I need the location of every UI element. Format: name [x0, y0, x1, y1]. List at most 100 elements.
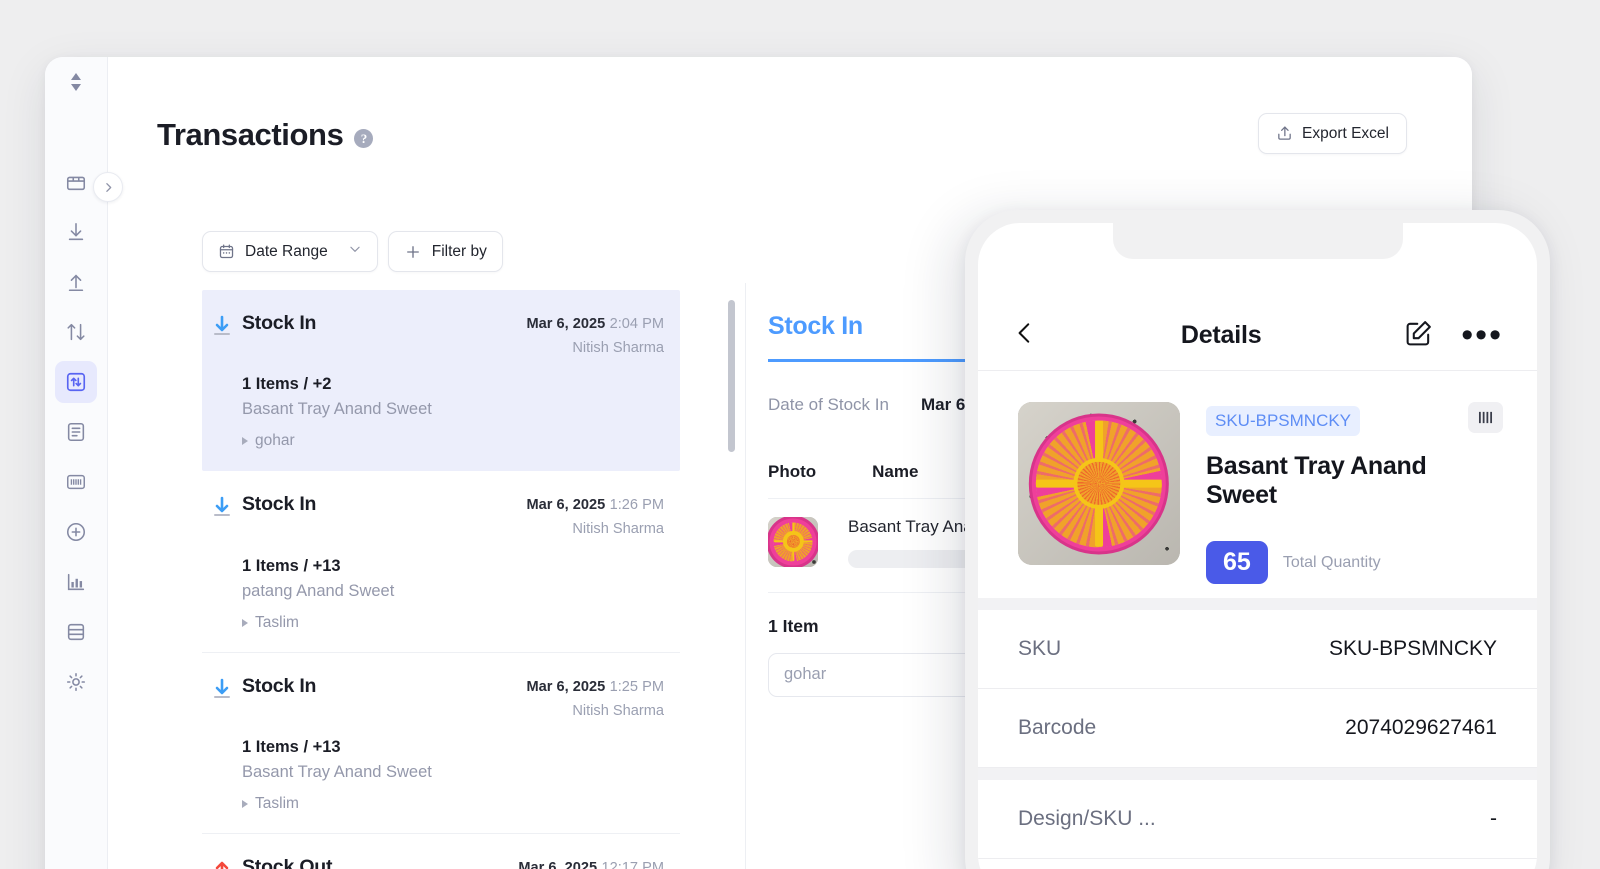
- triangle-right-icon: [242, 437, 248, 446]
- product-thumbnail: [768, 516, 818, 567]
- transaction-time: 12:17 PM: [601, 860, 664, 869]
- transaction-row[interactable]: Stock Out Mar 6, 2025 12:17 PMNitish Shar…: [202, 834, 680, 869]
- transaction-user: Nitish Sharma: [572, 521, 664, 538]
- transaction-meta: Mar 6, 2025 12:17 PMNitish Sharma: [518, 856, 664, 869]
- field-row-design-sku[interactable]: Design/SKU ... -: [978, 780, 1537, 859]
- transaction-user: Nitish Sharma: [572, 339, 664, 356]
- sidebar-item-documents[interactable]: [55, 411, 97, 453]
- transaction-type: Stock In: [242, 674, 317, 697]
- stock-in-arrow-icon: [210, 677, 234, 701]
- transaction-tag-label: gohar: [255, 432, 295, 450]
- date-range-label: Date Range: [245, 242, 328, 260]
- triangle-right-icon: [242, 618, 248, 627]
- transactions-list[interactable]: Stock In Mar 6, 2025 2:04 PM Nitish Sharma…: [202, 290, 680, 869]
- triangle-right-icon: [242, 800, 248, 809]
- transaction-time: 2:04 PM: [609, 316, 664, 332]
- transaction-date: Mar 6, 2025: [526, 678, 606, 695]
- transaction-type: Stock Out: [242, 856, 333, 869]
- sidebar-collapse-button[interactable]: [93, 172, 123, 202]
- transaction-tag-label: Taslim: [255, 795, 299, 813]
- phone-notch: [1112, 223, 1403, 259]
- column-name: Name: [872, 461, 919, 481]
- sidebar-item-stock-in[interactable]: [55, 211, 97, 253]
- stock-out-arrow-icon: [210, 858, 234, 869]
- transaction-product: Basant Tray Anand Sweet: [242, 400, 432, 419]
- pencil-square-icon[interactable]: [1404, 319, 1433, 353]
- filter-by-button[interactable]: Filter by: [387, 231, 503, 272]
- phone-mockup: Details ••• SKU-BPSMNCKY Basant Tray Ana…: [965, 210, 1550, 869]
- sort-updown-icon[interactable]: [55, 61, 97, 103]
- field-value: SKU-BPSMNCKY: [1328, 637, 1497, 660]
- transaction-meta: Mar 6, 2025 2:04 PM Nitish Sharma: [526, 312, 664, 359]
- transaction-date: Mar 6, 2025: [518, 860, 598, 869]
- filters-toolbar: Date Range Filter by: [202, 231, 503, 272]
- stock-in-arrow-icon: [210, 495, 234, 519]
- transaction-tag[interactable]: Taslim: [242, 614, 664, 632]
- transaction-row[interactable]: Stock In Mar 6, 2025 2:04 PM Nitish Sharma…: [202, 290, 680, 472]
- chevron-down-icon: [348, 242, 362, 261]
- transaction-date: Mar 6, 2025: [526, 497, 606, 514]
- sidebar-item-transfer[interactable]: [55, 311, 97, 353]
- transaction-product: Basant Tray Anand Sweet: [242, 763, 432, 782]
- detail-date-label: Date of Stock In: [768, 394, 889, 414]
- sidebar-item-barcode[interactable]: [55, 461, 97, 503]
- transaction-user: Nitish Sharma: [572, 702, 664, 719]
- ellipsis-icon[interactable]: •••: [1461, 318, 1503, 352]
- chevron-left-icon[interactable]: [1012, 317, 1038, 355]
- field-row-sku[interactable]: SKU SKU-BPSMNCKY: [978, 610, 1537, 689]
- phone-screen: Details ••• SKU-BPSMNCKY Basant Tray Ana…: [978, 223, 1537, 869]
- phone-navbar: Details •••: [978, 301, 1537, 371]
- phone-title: Details: [1180, 321, 1262, 349]
- field-value: 2074029627461: [1345, 716, 1497, 739]
- product-title: Basant Tray Anand Sweet: [1206, 452, 1427, 509]
- phone-product-hero: SKU-BPSMNCKY Basant Tray Anand Sweet 65 …: [978, 372, 1537, 618]
- calendar-icon: [218, 243, 235, 260]
- help-icon[interactable]: ?: [354, 129, 374, 148]
- field-label: SKU: [1018, 637, 1062, 660]
- transaction-type: Stock In: [242, 493, 317, 516]
- transaction-tag[interactable]: Taslim: [242, 795, 664, 813]
- field-label: Barcode: [1018, 716, 1097, 739]
- sku-chip[interactable]: SKU-BPSMNCKY: [1206, 406, 1361, 436]
- sidebar-item-stock-out[interactable]: [55, 261, 97, 303]
- filter-by-label: Filter by: [431, 242, 487, 260]
- transaction-time: 1:26 PM: [609, 497, 664, 514]
- sidebar-item-transactions[interactable]: [55, 361, 97, 403]
- quantity-badge: 65: [1206, 541, 1268, 584]
- transaction-row[interactable]: Stock In Mar 6, 2025 1:26 PM Nitish Sharma…: [202, 471, 680, 653]
- transaction-tag[interactable]: gohar: [242, 432, 664, 450]
- field-label: Design/SKU ...: [1018, 807, 1156, 830]
- transaction-count: 1 Items / +13: [242, 556, 341, 575]
- barcode-icon[interactable]: [1468, 402, 1503, 433]
- transaction-count: 1 Items / +2: [242, 375, 332, 394]
- transaction-date: Mar 6, 2025: [526, 316, 606, 332]
- field-value: -: [1490, 807, 1497, 830]
- list-scrollbar[interactable]: [728, 300, 735, 452]
- panel-divider: [745, 283, 746, 869]
- section-gap-1: [978, 598, 1537, 610]
- page-header: Transactions ?: [157, 110, 1448, 160]
- sidebar-item-add[interactable]: [55, 511, 97, 553]
- transaction-time: 1:25 PM: [609, 678, 664, 695]
- plus-icon: [404, 243, 422, 261]
- transaction-tag-label: Taslim: [255, 613, 299, 631]
- sidebar-item-inventory[interactable]: [55, 161, 97, 203]
- transaction-meta: Mar 6, 2025 1:26 PM Nitish Sharma: [526, 493, 664, 540]
- section-gap-2: [978, 768, 1537, 780]
- share-export-icon: [1276, 125, 1293, 142]
- date-range-button[interactable]: Date Range: [202, 231, 378, 272]
- field-row-barcode[interactable]: Barcode 2074029627461: [978, 689, 1537, 768]
- sidebar-item-reports[interactable]: [55, 561, 97, 603]
- screenshot-stage: Transactions ? Export Excel Date Range F…: [0, 0, 1600, 869]
- transaction-count: 1 Items / +13: [242, 738, 341, 757]
- transaction-product: patang Anand Sweet: [242, 581, 395, 600]
- sidebar-item-database[interactable]: [55, 611, 97, 653]
- transaction-row[interactable]: Stock In Mar 6, 2025 1:25 PM Nitish Sharma…: [202, 653, 680, 835]
- transaction-meta: Mar 6, 2025 1:25 PM Nitish Sharma: [526, 675, 664, 722]
- total-quantity-row: 65 Total Quantity: [1206, 541, 1503, 584]
- stock-in-arrow-icon: [210, 314, 234, 338]
- export-excel-label: Export Excel: [1301, 124, 1389, 142]
- sidebar-item-settings[interactable]: [55, 661, 97, 703]
- column-photo: Photo: [768, 461, 817, 481]
- export-excel-button[interactable]: Export Excel: [1257, 113, 1407, 154]
